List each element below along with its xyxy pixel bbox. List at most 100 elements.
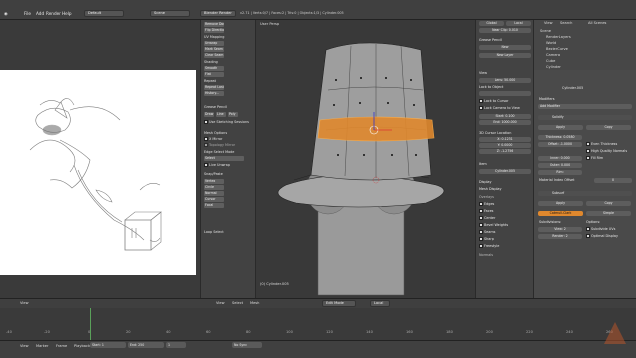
simple-toggle[interactable]: Simple <box>586 211 631 216</box>
outliner-search-menu[interactable]: Search <box>560 21 572 26</box>
tab-global[interactable]: Global <box>479 21 504 26</box>
history-button[interactable]: History... <box>204 91 224 96</box>
menu-add[interactable]: Add <box>36 11 44 16</box>
near-clip-field[interactable]: Near Clip: 0.010 <box>479 28 531 33</box>
engine-selector[interactable]: Blender Render <box>200 10 236 17</box>
unwrap-button[interactable]: Unwrap <box>204 41 224 46</box>
snap-circle-button[interactable]: Circle <box>204 185 224 190</box>
new-layer-button[interactable]: New Layer <box>479 53 531 58</box>
timeline-frame-menu[interactable]: Frame <box>56 344 67 349</box>
subsurf-modifier-header[interactable]: Subsurf <box>538 191 632 196</box>
material-offset-field[interactable]: 0 <box>594 178 632 183</box>
outliner-item-camera[interactable]: Camera <box>546 53 560 58</box>
flat-button[interactable]: Flat <box>204 72 224 77</box>
use-sketching-checkbox[interactable]: Use Sketching Sessions <box>204 120 249 124</box>
new-grease-button[interactable]: New <box>479 45 531 50</box>
viewport-view-menu[interactable]: View <box>216 301 225 306</box>
x-mirror-checkbox[interactable]: X Mirror <box>204 137 222 141</box>
all-scenes-dropdown[interactable]: All Scenes <box>588 21 606 26</box>
clip-end-field[interactable]: End: 1000.000 <box>479 120 531 125</box>
subsurf-apply-button[interactable]: Apply <box>538 201 583 206</box>
viewport-mesh-menu[interactable]: Mesh <box>250 301 259 306</box>
snap-focal-button[interactable]: Focal <box>204 203 224 208</box>
clip-start-field[interactable]: Start: 0.100 <box>479 114 531 119</box>
timeline-view-menu[interactable]: View <box>20 344 29 349</box>
mark-seam-button[interactable]: Mark Seam <box>204 47 224 52</box>
scene-selector[interactable]: Scene <box>150 10 190 17</box>
cursor-y-field[interactable]: Y: 0.0000 <box>479 143 531 148</box>
edges-checkbox[interactable]: Edges <box>479 202 494 206</box>
viewport-select-menu[interactable]: Select <box>232 301 243 306</box>
subdiv-render-field[interactable]: Render: 2 <box>538 234 582 239</box>
outliner-item-cube[interactable]: Cube <box>546 59 555 64</box>
orientation-dropdown[interactable]: Local <box>370 300 390 307</box>
current-frame-field[interactable]: 1 <box>166 342 186 348</box>
grease-line-button[interactable]: Line <box>216 112 226 117</box>
end-frame-field[interactable]: End: 250 <box>128 342 164 348</box>
live-unwrap-checkbox[interactable]: Live Unwrap <box>204 163 230 167</box>
snap-cursor-button[interactable]: Cursor <box>204 197 224 202</box>
rim-field[interactable]: Rim: <box>538 170 582 175</box>
timeline-playback-menu[interactable]: Playback <box>74 344 90 349</box>
select-mode-dropdown[interactable]: Select <box>204 156 244 161</box>
thickness-field[interactable]: Thickness: 0.0580 <box>538 135 582 140</box>
high-quality-normals-checkbox[interactable]: High Quality Normals <box>586 149 627 153</box>
mesh-display-section[interactable]: Mesh Display <box>479 187 502 191</box>
lens-field[interactable]: Lens: 50.000 <box>479 78 531 83</box>
grease-draw-button[interactable]: Draw <box>204 112 214 117</box>
solidify-apply-button[interactable]: Apply <box>538 125 583 130</box>
remove-doubles-button[interactable]: Remove Doubles <box>204 22 224 27</box>
faces-checkbox[interactable]: Faces <box>479 209 493 213</box>
item-section[interactable]: Item <box>479 162 487 166</box>
view-section[interactable]: View <box>479 71 487 75</box>
outliner-item-scene[interactable]: Scene <box>540 29 551 34</box>
grease-pencil-section[interactable]: Grease Pencil <box>479 38 502 42</box>
solidify-modifier-header[interactable]: Solidify <box>538 115 632 120</box>
outer-field[interactable]: Outer: 0.000 <box>538 163 582 168</box>
item-name-field[interactable]: Cylinder.005 <box>479 169 531 174</box>
subdivide-uvs-checkbox[interactable]: Subdivide UVs <box>586 227 615 231</box>
timeline-marker-menu[interactable]: Marker <box>36 344 48 349</box>
tab-local[interactable]: Local <box>506 21 531 26</box>
layout-selector[interactable]: Default <box>84 10 124 17</box>
lock-camera-checkbox[interactable]: Lock Camera to View <box>479 106 520 110</box>
catmull-clark-toggle[interactable]: Catmull-Clark <box>538 211 583 216</box>
menu-render[interactable]: Render <box>46 11 61 16</box>
inner-field[interactable]: Inner: 0.000 <box>538 156 582 161</box>
optimal-display-checkbox[interactable]: Optimal Display <box>586 234 618 238</box>
outliner-item-world[interactable]: World <box>546 41 556 46</box>
current-frame-line[interactable] <box>90 308 91 340</box>
snap-normal-button[interactable]: Normal <box>204 191 224 196</box>
outliner-item-renderlayers[interactable]: RenderLayers <box>546 35 571 40</box>
repeat-last-button[interactable]: Repeat Last <box>204 85 224 90</box>
subsurf-copy-button[interactable]: Copy <box>586 201 631 206</box>
grease-poly-button[interactable]: Poly <box>228 112 238 117</box>
display-section[interactable]: Display <box>479 180 492 184</box>
lock-cursor-checkbox[interactable]: Lock to Cursor <box>479 99 508 103</box>
offset-field[interactable]: Offset: -1.0000 <box>538 142 582 147</box>
fill-rim-checkbox[interactable]: Fill Rim <box>586 156 603 160</box>
clear-seam-button[interactable]: Clear Seam <box>204 53 224 58</box>
lock-object-field[interactable] <box>479 91 531 96</box>
flip-direction-button[interactable]: Flip Direction <box>204 28 224 33</box>
menu-file[interactable]: File <box>24 11 31 16</box>
center-checkbox[interactable]: Center <box>479 216 495 220</box>
subdiv-view-field[interactable]: View: 2 <box>538 227 582 232</box>
bevel-weights-checkbox[interactable]: Bevel Weights <box>479 223 508 227</box>
3d-viewport[interactable]: User Persp (0) Cylinder.005 <box>256 20 475 298</box>
freestyle-checkbox[interactable]: Freestyle <box>479 244 499 248</box>
outliner-view-menu[interactable]: View <box>544 21 553 26</box>
seams-checkbox[interactable]: Seams <box>479 230 495 234</box>
paint-view-menu[interactable]: View <box>20 301 29 306</box>
cursor-z-field[interactable]: Z: -1.2756 <box>479 149 531 154</box>
add-modifier-dropdown[interactable]: Add Modifier <box>538 104 632 109</box>
even-thickness-checkbox[interactable]: Even Thickness <box>586 142 617 146</box>
sharp-checkbox[interactable]: Sharp <box>479 237 494 241</box>
outliner-item-beziercurve[interactable]: BezierCurve <box>546 47 568 52</box>
menu-help[interactable]: Help <box>62 11 72 16</box>
smooth-button[interactable]: Smooth <box>204 66 224 71</box>
cursor-x-field[interactable]: X: 0.1231 <box>479 137 531 142</box>
snap-vertex-button[interactable]: Vertex <box>204 179 224 184</box>
start-frame-field[interactable]: Start: 1 <box>90 342 126 348</box>
solidify-copy-button[interactable]: Copy <box>586 125 631 130</box>
